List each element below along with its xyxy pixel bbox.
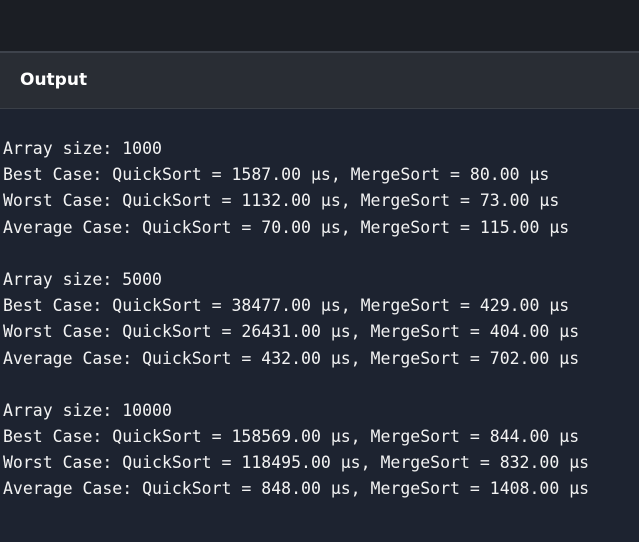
output-line: Worst Case: QuickSort = 1132.00 µs, Merg… [3,191,560,211]
output-lines: Array size: 1000 Best Case: QuickSort = … [3,136,589,503]
output-line: Average Case: QuickSort = 432.00 µs, Mer… [3,348,580,368]
output-title: Output [20,70,88,90]
output-line: Best Case: QuickSort = 1587.00 µs, Merge… [3,165,550,185]
output-line: Array size: 10000 [3,400,172,420]
output-line: Array size: 1000 [3,139,162,158]
output-line-blank [3,241,589,267]
output-line: Average Case: QuickSort = 848.00 µs, Mer… [3,479,590,499]
output-line-blank [3,372,589,398]
output-line: Array size: 5000 [3,269,162,289]
output-line: Average Case: QuickSort = 70.00 µs, Merg… [3,217,570,237]
output-line: Worst Case: QuickSort = 118495.00 µs, Me… [3,453,590,473]
output-line: Worst Case: QuickSort = 26431.00 µs, Mer… [3,322,580,342]
output-console[interactable]: Array size: 1000 Best Case: QuickSort = … [0,109,639,542]
top-bar [0,0,639,51]
output-line: Best Case: QuickSort = 38477.00 µs, Merg… [3,296,570,316]
output-line: Best Case: QuickSort = 158569.00 µs, Mer… [3,427,580,447]
output-header: Output [0,53,639,108]
